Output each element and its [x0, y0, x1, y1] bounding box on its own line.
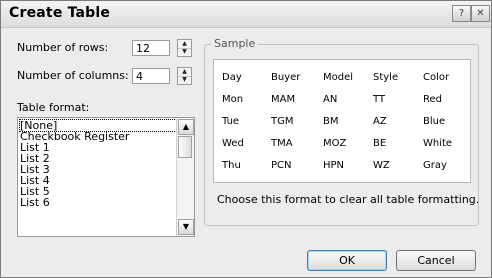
table-cell: PCN	[271, 159, 292, 171]
list-item[interactable]: List 6	[20, 197, 176, 208]
table-cell: White	[423, 137, 453, 149]
scroll-down-icon[interactable]: ▼	[178, 219, 194, 235]
table-cell: AN	[323, 93, 338, 105]
table-cell: BE	[373, 137, 387, 149]
columns-spinner[interactable]: ▲ ▼	[177, 67, 192, 85]
table-cell: TMA	[271, 137, 293, 149]
table-cell: Tue	[222, 115, 240, 127]
table-row: Tue TGM BM AZ Blue	[222, 110, 452, 132]
table-cell: WZ	[373, 159, 390, 171]
format-description: Choose this format to clear all table fo…	[217, 193, 480, 206]
help-icon[interactable]: ?	[452, 5, 471, 22]
sample-group-title: Sample	[211, 37, 259, 50]
table-row: Day Buyer Model Style Color	[222, 66, 452, 88]
table-row: Wed TMA MOZ BE White	[222, 132, 452, 154]
table-cell: AZ	[373, 115, 387, 127]
close-icon[interactable]: ✕	[471, 5, 490, 22]
table-row: Mon MAM AN TT Red	[222, 88, 452, 110]
table-cell: BM	[323, 115, 339, 127]
table-row: Thu PCN HPN WZ Gray	[222, 154, 452, 176]
list-item[interactable]: List 3	[20, 164, 176, 175]
scroll-thumb[interactable]	[178, 136, 192, 158]
spin-down-icon[interactable]: ▼	[178, 76, 191, 84]
create-table-dialog: Create Table ? ✕ Number of rows: 12 ▲ ▼ …	[0, 0, 492, 278]
table-cell: Mon	[222, 93, 244, 105]
table-cell: Model	[323, 71, 354, 83]
list-item[interactable]: List 5	[20, 186, 176, 197]
table-cell: Gray	[423, 159, 447, 171]
sample-preview: Day Buyer Model Style Color Mon MAM AN T…	[213, 59, 471, 183]
table-cell: TT	[373, 93, 386, 105]
table-cell: Style	[373, 71, 399, 83]
table-cell: Red	[423, 93, 442, 105]
table-cell: Wed	[222, 137, 244, 149]
spin-down-icon[interactable]: ▼	[178, 48, 191, 56]
table-cell: MAM	[271, 93, 296, 105]
rows-label: Number of rows:	[17, 41, 109, 54]
list-item[interactable]: List 1	[20, 142, 176, 153]
columns-label: Number of columns:	[17, 69, 129, 82]
table-cell: Color	[423, 71, 450, 83]
table-format-list[interactable]: [None] Checkbook Register List 1 List 2 …	[17, 117, 195, 237]
rows-input[interactable]: 12	[132, 40, 170, 56]
table-cell: Buyer	[271, 71, 301, 83]
table-cell: TGM	[271, 115, 294, 127]
list-item[interactable]: List 4	[20, 175, 176, 186]
table-cell: Blue	[423, 115, 446, 127]
list-scrollbar[interactable]: ▲ ▼	[176, 118, 194, 236]
title-bar: Create Table ? ✕	[1, 1, 491, 28]
sample-table: Day Buyer Model Style Color Mon MAM AN T…	[222, 66, 452, 176]
list-item[interactable]: List 2	[20, 153, 176, 164]
rows-spinner[interactable]: ▲ ▼	[177, 39, 192, 57]
table-format-label: Table format:	[17, 101, 90, 114]
list-item[interactable]: Checkbook Register	[20, 131, 176, 142]
columns-input[interactable]: 4	[132, 68, 170, 84]
list-item[interactable]: [None]	[19, 119, 177, 132]
cancel-button[interactable]: Cancel	[396, 250, 476, 271]
table-cell: Thu	[222, 159, 241, 171]
table-cell: HPN	[323, 159, 345, 171]
table-cell: MOZ	[323, 137, 347, 149]
scroll-up-icon[interactable]: ▲	[178, 119, 194, 135]
table-cell: Day	[222, 71, 242, 83]
dialog-title: Create Table	[9, 5, 111, 21]
ok-button[interactable]: OK	[307, 250, 387, 271]
